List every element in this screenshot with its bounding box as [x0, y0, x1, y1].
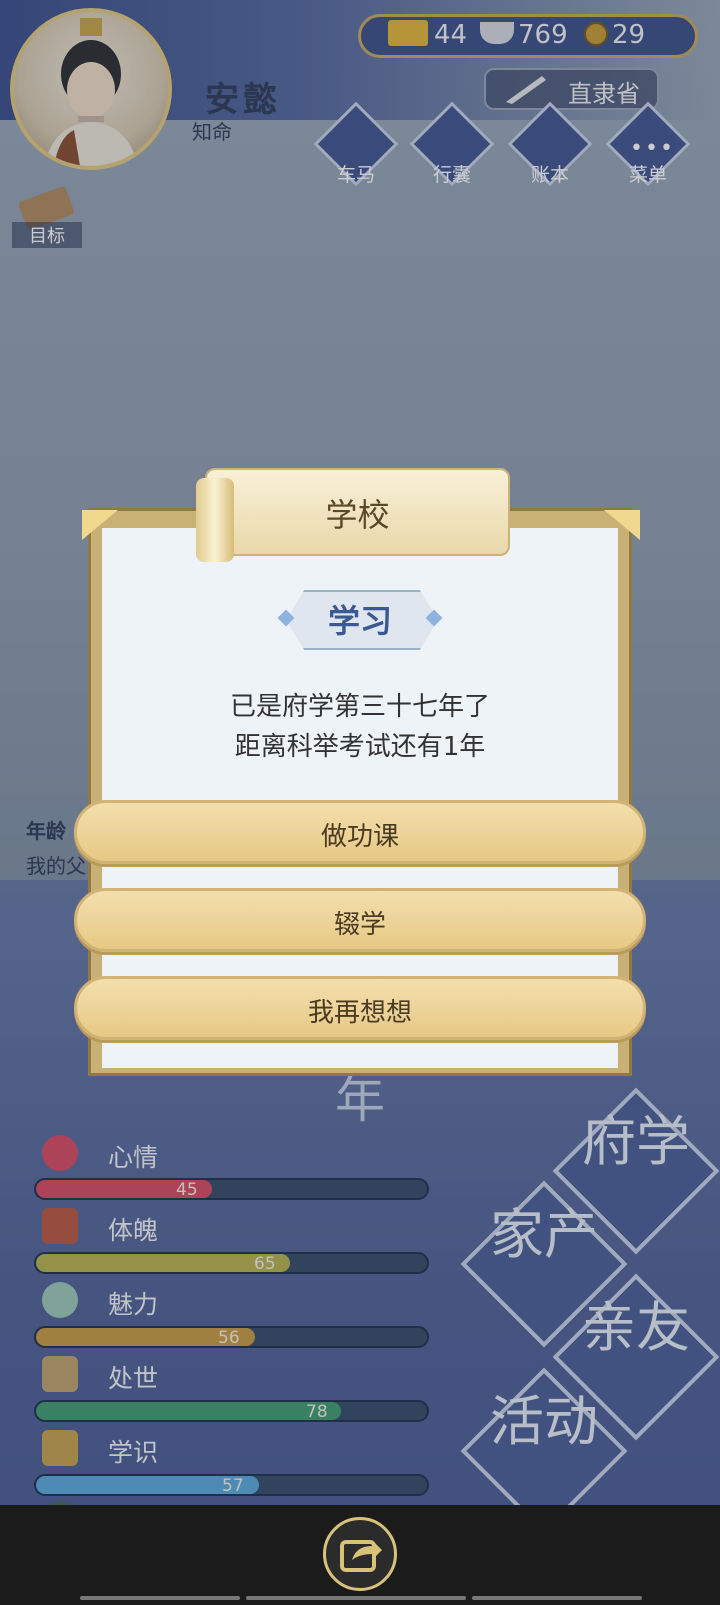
gesture-bar — [80, 1596, 240, 1600]
modal-title: 学校 — [325, 496, 390, 534]
drop-out-label: 辍学 — [333, 910, 386, 940]
modal-subheader: 学习 — [327, 602, 392, 640]
modal-message-line2: 距离科举考试还有1年 — [234, 732, 486, 762]
gesture-bar — [472, 1596, 642, 1600]
reconsider-label: 我再想想 — [307, 998, 412, 1028]
gesture-bar — [246, 1596, 466, 1600]
share-icon — [340, 1540, 382, 1572]
modal-message-line1: 已是府学第三十七年了 — [229, 692, 490, 722]
do-homework-label: 做功课 — [320, 822, 399, 852]
share-button[interactable] — [323, 1517, 397, 1591]
